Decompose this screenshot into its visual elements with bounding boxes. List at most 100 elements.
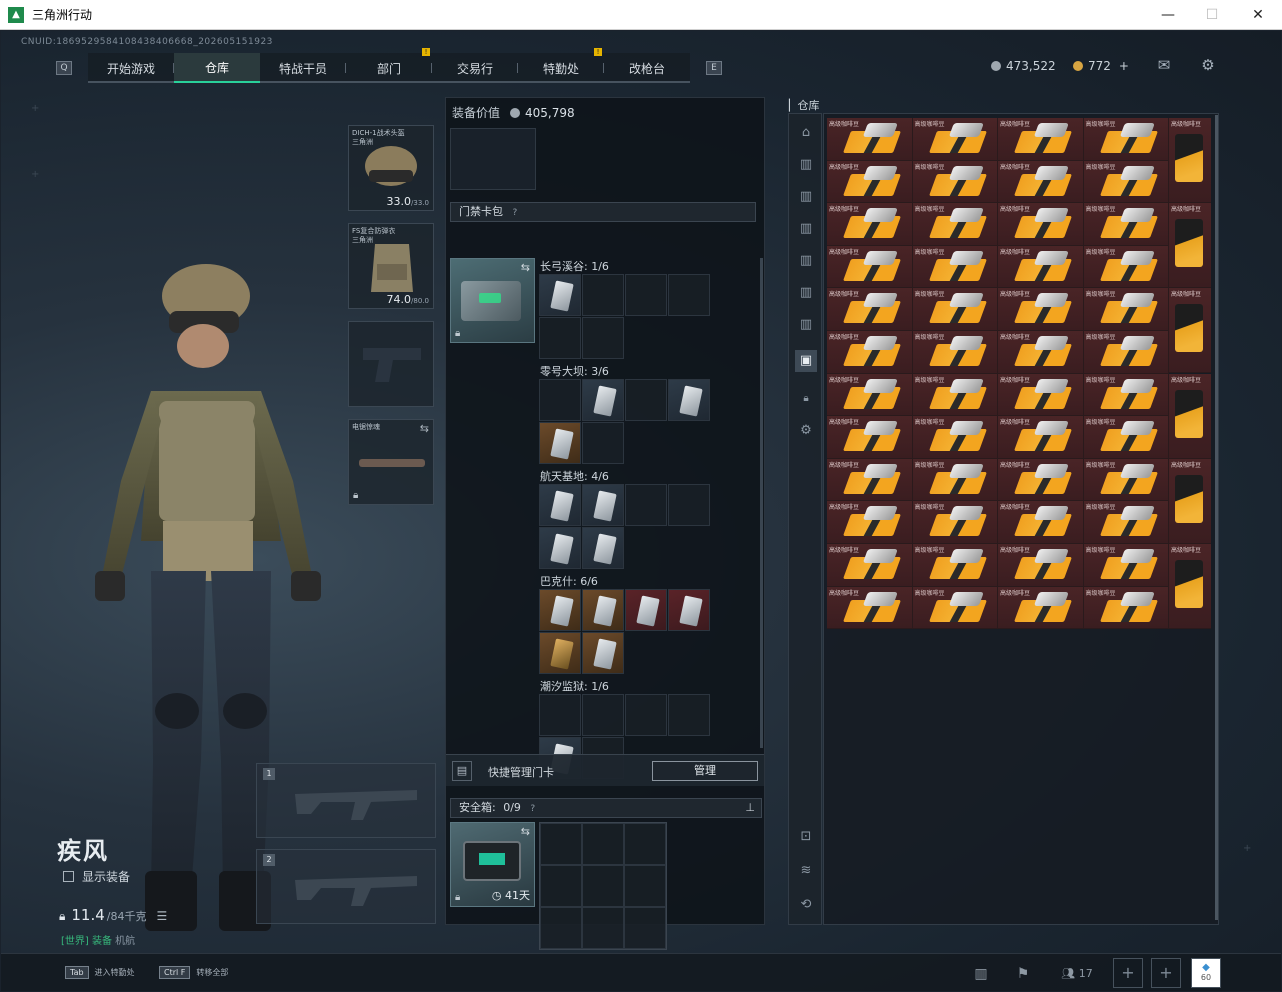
keycard-slot[interactable] (582, 379, 624, 421)
coffee-bean-item[interactable]: 高级咖啡豆 (998, 203, 1084, 246)
coffee-bean-item[interactable]: 高级咖啡豆 (912, 160, 998, 204)
keycard-slot[interactable] (625, 484, 667, 526)
list-icon[interactable]: ☰ (157, 909, 168, 923)
tab-operators[interactable]: 特战干员 (260, 53, 346, 83)
add-currency-icon[interactable]: + (1119, 59, 1129, 73)
keycard-slot[interactable] (539, 379, 581, 421)
warehouse-tab-active-icon[interactable]: ▣ (795, 350, 817, 372)
coffee-bean-item[interactable]: 高级咖啡豆 (912, 373, 998, 417)
swap-icon[interactable]: ⇆ (420, 422, 429, 435)
keycard-slot[interactable] (582, 422, 624, 464)
add-slot-button[interactable]: + (1113, 958, 1143, 988)
coffee-bean-item[interactable]: 高级咖啡豆 (912, 331, 998, 374)
coffee-bean-item[interactable]: 高级咖啡豆 (912, 458, 998, 502)
keycard-slot[interactable] (582, 694, 624, 736)
coffee-bag-item[interactable]: 高级咖啡豆 (1169, 373, 1211, 459)
safe-box-slot[interactable] (624, 907, 666, 949)
safe-box-slot[interactable] (540, 865, 582, 907)
minimize-button[interactable]: — (1145, 0, 1191, 30)
safe-box-slot[interactable] (540, 907, 582, 949)
sort-icon[interactable]: ⊡ (795, 826, 817, 848)
safe-box-grid[interactable] (539, 822, 667, 950)
coffee-bean-item[interactable]: 高级咖啡豆 (998, 160, 1084, 204)
tab-trading[interactable]: 交易行 (432, 53, 518, 83)
close-button[interactable]: ✕ (1235, 0, 1281, 30)
coffee-bean-item[interactable]: 高级咖啡豆 (998, 544, 1084, 587)
coffee-bag-item[interactable]: 高级咖啡豆 (1169, 544, 1211, 629)
keycard-slot[interactable] (539, 317, 581, 359)
warehouse-tab-3-icon[interactable]: ▥ (795, 218, 817, 240)
warehouse-tab-4-icon[interactable]: ▥ (795, 250, 817, 272)
coffee-bean-item[interactable]: 高级咖啡豆 (998, 373, 1084, 417)
coffee-bean-item[interactable]: 高级咖啡豆 (912, 288, 998, 331)
coffee-bean-item[interactable]: 高级咖啡豆 (827, 458, 913, 502)
pin-icon[interactable]: ⊥ (745, 799, 755, 817)
keycard-slot[interactable] (668, 694, 710, 736)
keycard-slot[interactable] (539, 694, 581, 736)
coffee-bean-item[interactable]: 高级咖啡豆 (998, 458, 1084, 502)
coffee-bean-item[interactable]: 高级咖啡豆 (998, 416, 1084, 459)
coffee-bag-item[interactable]: 高级咖啡豆 (1169, 458, 1211, 544)
settings-gear-icon[interactable]: ⚙ (795, 420, 817, 442)
coffee-bean-item[interactable]: 高级咖啡豆 (998, 288, 1084, 331)
help-icon[interactable]: ? (530, 804, 535, 814)
coffee-bean-item[interactable]: 高级咖啡豆 (912, 586, 998, 630)
coffee-bean-item[interactable]: 高级咖啡豆 (827, 288, 913, 331)
secondary-weapon-slot[interactable]: 2 (256, 849, 436, 924)
hint-enter-special-ops[interactable]: Tab 进入特勤处 (65, 966, 135, 979)
helmet-slot[interactable]: DICH-1战术头盔 三角洲 33.0/33.0 (348, 125, 434, 211)
coffee-bean-item[interactable]: 高级咖啡豆 (827, 331, 913, 374)
coffee-bean-item[interactable]: 高级咖啡豆 (827, 501, 913, 544)
safe-box-slot[interactable] (582, 823, 624, 865)
coffee-bean-item[interactable]: 高级咖啡豆 (912, 416, 998, 459)
tab-start-game[interactable]: 开始游戏 (88, 53, 174, 83)
keycard-slot[interactable] (582, 274, 624, 316)
layers-icon[interactable]: ≋ (795, 860, 817, 882)
keycard-slot[interactable] (582, 632, 624, 674)
manage-button[interactable]: 管理 (652, 761, 758, 781)
settings-gear-icon[interactable]: ⚙ (1197, 55, 1219, 75)
coffee-bean-item[interactable]: 高级咖啡豆 (912, 203, 998, 246)
tidy-icon[interactable]: ⟲ (795, 894, 817, 916)
keycard-slot[interactable] (539, 527, 581, 569)
coffee-bean-item[interactable]: 高级咖啡豆 (912, 501, 998, 544)
tab-special-ops[interactable]: 特勤处! (518, 48, 604, 83)
checkbox-icon[interactable] (63, 871, 74, 882)
coffee-bean-item[interactable]: 高级咖啡豆 (827, 118, 913, 161)
map-keycard-grid[interactable] (539, 589, 711, 675)
coffee-bean-item[interactable]: 高级咖啡豆 (1083, 501, 1169, 544)
keycard-slot[interactable] (539, 484, 581, 526)
keycard-slot[interactable] (582, 589, 624, 631)
swap-icon[interactable]: ⇆ (521, 825, 530, 838)
coffee-bean-item[interactable]: 高级咖啡豆 (1083, 288, 1169, 331)
warehouse-tab-all-icon[interactable]: ⌂ (795, 122, 817, 144)
hint-transfer-all[interactable]: Ctrl F 转移全部 (159, 966, 228, 979)
secondary-currency[interactable]: 772 + (1073, 59, 1129, 73)
coffee-bean-item[interactable]: 高级咖啡豆 (1083, 331, 1169, 374)
coffee-bean-item[interactable]: 高级咖啡豆 (912, 245, 998, 289)
coffee-bean-item[interactable]: 高级咖啡豆 (827, 245, 913, 289)
coffee-bean-item[interactable]: 高级咖啡豆 (1083, 203, 1169, 246)
friends-indicator[interactable]: 👥︎ 17 (1057, 960, 1097, 988)
keycard-slot[interactable] (582, 484, 624, 526)
keycard-slot[interactable] (539, 422, 581, 464)
tab-department[interactable]: 部门! (346, 48, 432, 83)
keycard-bag-item[interactable]: ⇆ 🔒︎ (450, 258, 535, 343)
pistol-slot[interactable] (348, 321, 434, 407)
player-avatar[interactable]: ◆ 60 (1191, 958, 1221, 988)
coffee-bean-item[interactable]: 高级咖啡豆 (1083, 458, 1169, 502)
keycard-slot[interactable] (625, 589, 667, 631)
keycard-slot[interactable] (539, 589, 581, 631)
keycard-slot[interactable] (668, 379, 710, 421)
maximize-button[interactable]: ☐ (1189, 0, 1235, 30)
stats-chart-icon[interactable]: ▥ (967, 960, 995, 988)
coffee-bean-item[interactable]: 高级咖啡豆 (912, 544, 998, 587)
keycard-slot[interactable] (625, 694, 667, 736)
keycard-slot[interactable] (668, 589, 710, 631)
nav-prev-key-icon[interactable]: Q (56, 61, 72, 75)
keycard-slot[interactable] (668, 484, 710, 526)
coffee-bean-item[interactable]: 高级咖啡豆 (1083, 586, 1169, 630)
middle-scrollbar[interactable] (760, 258, 763, 748)
warehouse-scrollbar[interactable] (1215, 115, 1218, 920)
coffee-bag-item[interactable]: 高级咖啡豆 (1169, 203, 1211, 289)
